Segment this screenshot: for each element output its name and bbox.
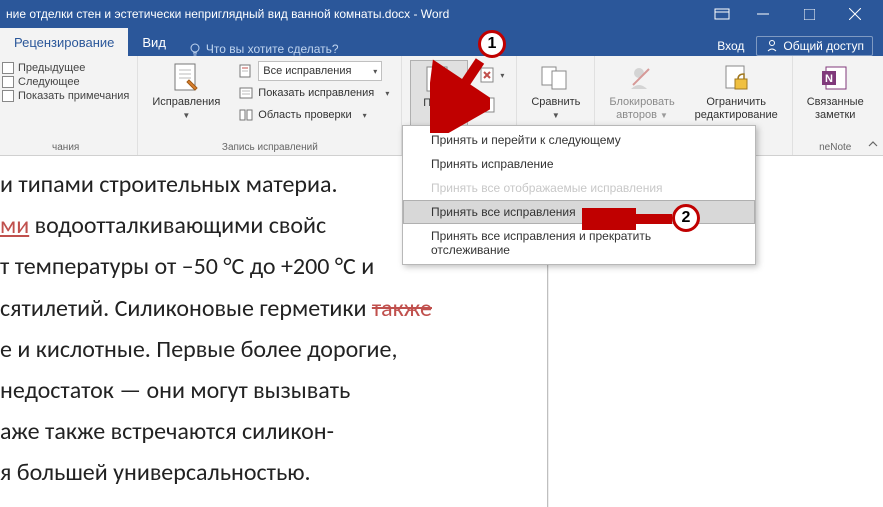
group-label-tracking: Запись исправлений bbox=[146, 142, 393, 153]
track-changes-button[interactable]: Исправления▼ bbox=[146, 60, 226, 140]
svg-text:N: N bbox=[825, 73, 833, 85]
accept-all-stop-tracking[interactable]: Принять все исправления и прекратить отс… bbox=[403, 224, 755, 262]
ribbon-options-icon bbox=[714, 8, 730, 20]
onenote-icon: N bbox=[819, 62, 851, 94]
accept-all-shown: Принять все отображаемые исправления bbox=[403, 176, 755, 200]
display-for-review-combo[interactable]: Все исправления▾ bbox=[234, 60, 393, 82]
arrow-1-icon bbox=[430, 55, 490, 133]
share-button[interactable]: Общий доступ bbox=[756, 36, 873, 56]
callout-2: 2 bbox=[672, 204, 700, 232]
lightbulb-icon bbox=[188, 42, 202, 56]
tab-review[interactable]: Рецензирование bbox=[0, 28, 128, 56]
maximize-button[interactable] bbox=[787, 0, 831, 28]
group-label-comments: чания bbox=[2, 142, 129, 153]
restrict-editing-icon bbox=[720, 62, 752, 94]
close-button[interactable] bbox=[833, 0, 877, 28]
track-changes-icon bbox=[170, 62, 202, 94]
tab-view[interactable]: Вид bbox=[128, 28, 180, 56]
show-markup-icon bbox=[238, 85, 254, 101]
maximize-icon bbox=[804, 9, 815, 20]
show-markup-button[interactable]: Показать исправления ▾ bbox=[234, 82, 393, 104]
callout-1: 1 bbox=[478, 30, 506, 58]
collapse-ribbon-button[interactable] bbox=[867, 138, 879, 153]
linked-notes-button[interactable]: N Связанныезаметки bbox=[801, 60, 870, 140]
minimize-button[interactable] bbox=[741, 0, 785, 28]
tabstrip: Рецензирование Вид Что вы хотите сделать… bbox=[0, 28, 883, 56]
share-icon bbox=[765, 39, 779, 53]
window-title: ние отделки стен и эстетически непригляд… bbox=[6, 7, 705, 21]
compare-icon bbox=[540, 62, 572, 94]
signin-link[interactable]: Вход bbox=[717, 39, 744, 53]
prev-comment-check[interactable]: Предыдущее bbox=[2, 62, 129, 74]
block-authors-icon bbox=[626, 62, 658, 94]
close-icon bbox=[849, 8, 861, 20]
reviewing-pane-icon bbox=[238, 107, 254, 123]
minimize-icon bbox=[757, 8, 769, 20]
show-comments-check[interactable]: Показать примечания bbox=[2, 90, 129, 102]
titlebar: ние отделки стен и эстетически непригляд… bbox=[0, 0, 883, 28]
ribbon-display-options-button[interactable] bbox=[705, 0, 739, 28]
group-comments: Предыдущее Следующее Показать примечания… bbox=[0, 56, 138, 155]
tell-me-search[interactable]: Что вы хотите сделать? bbox=[188, 42, 339, 56]
arrow-2-icon bbox=[582, 208, 678, 230]
accept-this-change[interactable]: Принять исправление bbox=[403, 152, 755, 176]
accept-all-changes[interactable]: Принять все исправления bbox=[403, 200, 755, 224]
combo-icon bbox=[238, 63, 254, 79]
group-tracking: Исправления▼ Все исправления▾ Показать и… bbox=[138, 56, 402, 155]
reviewing-pane-button[interactable]: Область проверки ▾ bbox=[234, 104, 393, 126]
chevron-up-icon bbox=[867, 138, 879, 150]
group-label-onenote: neNote bbox=[801, 142, 870, 153]
accept-dropdown-menu: Принять и перейти к следующему Принять и… bbox=[402, 125, 756, 265]
next-comment-check[interactable]: Следующее bbox=[2, 76, 129, 88]
group-onenote: N Связанныезаметки neNote bbox=[793, 56, 878, 155]
